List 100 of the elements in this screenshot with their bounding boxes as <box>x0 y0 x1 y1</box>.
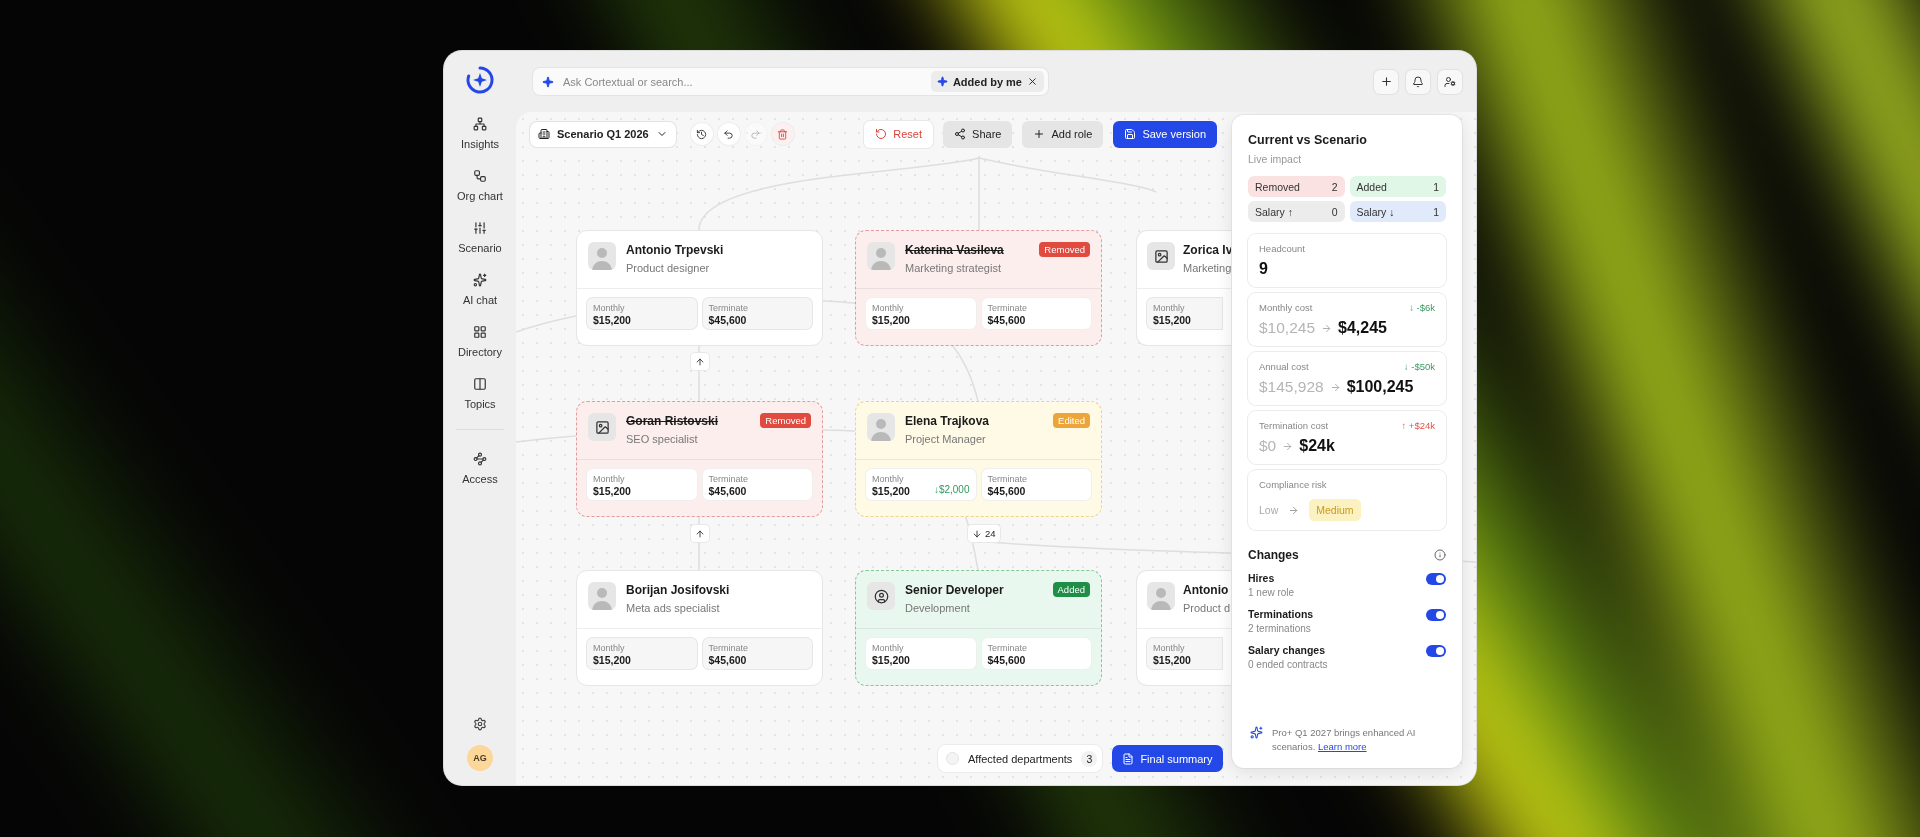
metric-label: Monthly cost <box>1259 302 1313 313</box>
employee-name: Elena Trajkova <box>905 414 991 428</box>
employee-name: Senior Developer <box>905 583 1005 597</box>
status-badge: Removed <box>1039 242 1090 257</box>
stat-label: Monthly <box>872 643 905 653</box>
stat-value: $45,600 <box>708 314 748 326</box>
search-field[interactable]: Ask Cortextual or search... Added by me <box>533 68 1048 95</box>
panel-subtitle: Live impact <box>1248 153 1303 165</box>
stat-label: Terminate <box>708 643 748 653</box>
stat-value: $15,200 <box>593 654 631 666</box>
employee-card[interactable]: Antonio Product d Monthly $15,200 <box>1136 570 1232 686</box>
nav-item[interactable]: Scenario <box>458 221 502 254</box>
change-detail: 1 new role <box>1248 587 1295 598</box>
stat-value: $45,600 <box>987 314 1027 326</box>
person-photo-placeholder <box>1147 582 1175 610</box>
expand-button[interactable] <box>691 525 709 542</box>
history-button[interactable] <box>690 123 713 145</box>
employee-role: Product d <box>1183 602 1232 614</box>
linked-squares-icon <box>473 169 487 183</box>
history-icon <box>696 128 708 140</box>
employee-card[interactable]: Goran Ristovski SEO specialist Removed Monthly $15,200 Terminate $45,600 <box>576 401 823 517</box>
user-gear-icon <box>1444 75 1456 88</box>
stat-label: Terminate <box>708 474 748 484</box>
expand-button[interactable]: 24 <box>968 525 1000 542</box>
reset-icon <box>875 128 888 140</box>
notifications-button[interactable] <box>1406 69 1430 94</box>
arrow-down-icon <box>972 528 982 539</box>
employee-card[interactable]: Elena Trajkova Project Manager Edited Monthly $15,200 ↓$2,000 Terminate $45,600 <box>855 401 1102 517</box>
change-title: Hires <box>1248 572 1276 584</box>
trash-button[interactable] <box>771 123 794 145</box>
undo-icon <box>723 128 735 140</box>
chip-label: Salary ↓ <box>1356 205 1395 218</box>
share-button[interactable]: Share <box>943 120 1013 148</box>
sparkle-icon <box>542 75 554 88</box>
undo-button[interactable] <box>717 123 740 145</box>
add-button[interactable]: Add role <box>1022 120 1104 148</box>
save-icon <box>1124 128 1137 140</box>
toggle-switch[interactable] <box>1426 645 1446 657</box>
previous-risk: Low <box>1259 504 1279 516</box>
affected-departments-button[interactable]: Affected departments 3 <box>938 745 1103 772</box>
employee-role: Marketing <box>1183 262 1232 274</box>
filter-chip-label: Added by me <box>952 75 1022 88</box>
status-badge: Edited <box>1053 413 1090 428</box>
network-icon <box>473 117 487 131</box>
risk-level: Medium <box>1309 499 1361 521</box>
close-icon[interactable] <box>1027 76 1038 87</box>
employee-name: Antonio Trpevski <box>626 243 725 257</box>
sparkles-icon <box>473 273 487 287</box>
expand-button[interactable] <box>691 353 709 370</box>
metric-label: Annual cost <box>1259 361 1309 372</box>
bell-icon <box>1412 75 1424 88</box>
nav-item[interactable]: Directory <box>458 325 502 358</box>
employee-role: Product designer <box>626 262 711 274</box>
stat-value: $15,200 <box>872 654 910 666</box>
status-badge: Removed <box>760 413 811 428</box>
arrow-right-icon <box>1288 504 1300 516</box>
nav-item[interactable]: Topics <box>464 377 496 410</box>
panel-title: Current vs Scenario <box>1248 133 1368 147</box>
stat-value: $45,600 <box>708 485 748 497</box>
image-icon <box>594 419 610 435</box>
employee-role: SEO specialist <box>626 433 699 445</box>
toggle-switch[interactable] <box>1426 573 1446 585</box>
nav-item[interactable]: Access <box>462 452 498 485</box>
add-button[interactable] <box>1374 69 1398 94</box>
nav-item[interactable]: Org chart <box>457 169 503 202</box>
employee-card[interactable]: Antonio Trpevski Product designer Monthly $15,200 Terminate $45,600 <box>576 230 823 346</box>
user-avatar[interactable]: AG <box>467 745 493 771</box>
user-settings-button[interactable] <box>1438 69 1462 94</box>
nav-item[interactable]: AI chat <box>462 273 498 306</box>
stat-label: Monthly <box>1153 643 1186 653</box>
logo-icon <box>465 65 495 95</box>
stat-label: Terminate <box>987 643 1027 653</box>
employee-name: Borijan Josifovski <box>626 583 731 597</box>
stat-value: $15,200 <box>1153 314 1191 326</box>
count-badge: 3 <box>1081 750 1098 767</box>
employee-card[interactable]: Senior Developer Development Added Monthly $15,200 Terminate $45,600 <box>855 570 1102 686</box>
save-button[interactable]: Save version <box>1113 120 1217 148</box>
scenario-select[interactable]: Scenario Q1 2026 <box>530 121 676 147</box>
nav-item[interactable]: Insights <box>461 117 499 150</box>
toggle-switch[interactable] <box>1426 609 1446 621</box>
final-summary-button[interactable]: Final summary <box>1112 745 1223 772</box>
change-detail: 2 terminations <box>1248 623 1312 634</box>
employee-role: Project Manager <box>905 433 987 445</box>
previous-value: $0 <box>1259 437 1277 455</box>
stat-value: $15,200 <box>872 314 910 326</box>
changes-title: Changes <box>1248 548 1299 562</box>
filter-chip[interactable]: Added by me <box>930 71 1044 92</box>
settings-icon <box>473 717 487 731</box>
metric-change: ↑ +$24k <box>1401 420 1435 431</box>
employee-card[interactable]: Borijan Josifovski Meta ads specialist Monthly $15,200 Terminate $45,600 <box>576 570 823 686</box>
person-photo-placeholder <box>867 413 895 441</box>
stat-label: Monthly <box>593 474 626 484</box>
reset-button[interactable]: Reset <box>864 120 934 148</box>
employee-card[interactable]: Katerina Vasileva Marketing strategist Removed Monthly $15,200 Terminate $45,600 <box>855 230 1102 346</box>
settings-button[interactable] <box>473 717 487 731</box>
learn-more-link[interactable]: Learn more <box>1317 741 1367 753</box>
chip-count: 0 <box>1331 205 1338 218</box>
info-icon[interactable] <box>1434 549 1446 561</box>
change-title: Terminations <box>1248 608 1314 620</box>
metric-change: ↓ -$6k <box>1409 302 1435 313</box>
